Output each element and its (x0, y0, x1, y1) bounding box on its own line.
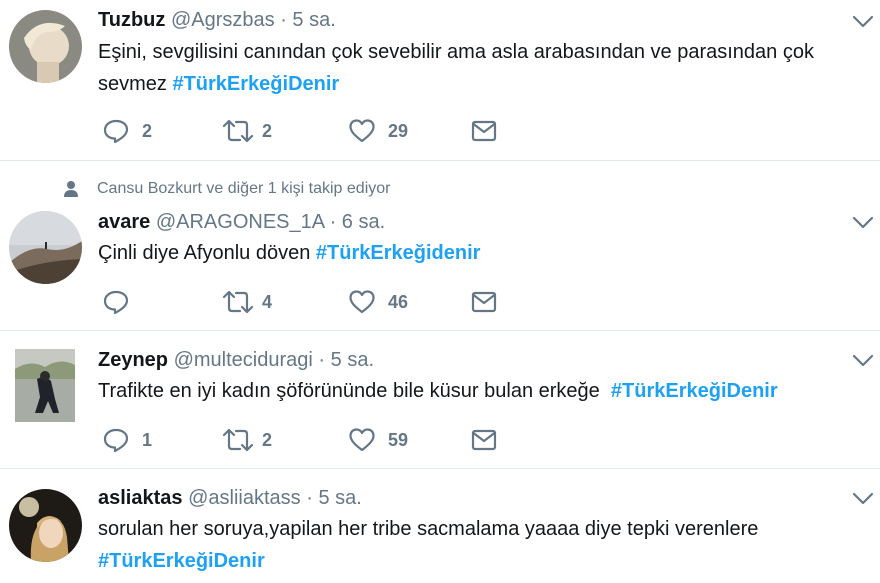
chevron-down-icon[interactable] (850, 488, 876, 508)
user-handle[interactable]: @asliiaktass (188, 487, 301, 509)
display-name[interactable]: asliaktas (98, 487, 183, 509)
hashtag-link[interactable]: #TürkErkeğiDenir (98, 550, 265, 572)
tweet-text-line: #TürkErkeğiDenir (98, 545, 868, 577)
tweet-text: sorulan her soruya,yapilan her tribe sac… (98, 513, 868, 577)
tweet-header: asliaktas @asliiaktass · 5 sa. (98, 485, 362, 511)
avatar[interactable] (9, 489, 82, 562)
timestamp[interactable]: 5 sa. (318, 487, 361, 509)
tweet[interactable]: asliaktas @asliiaktass · 5 sa. sorulan h… (0, 0, 880, 583)
separator-dot: · (306, 487, 313, 509)
tweet-text-line: sorulan her soruya,yapilan her tribe sac… (98, 518, 759, 540)
